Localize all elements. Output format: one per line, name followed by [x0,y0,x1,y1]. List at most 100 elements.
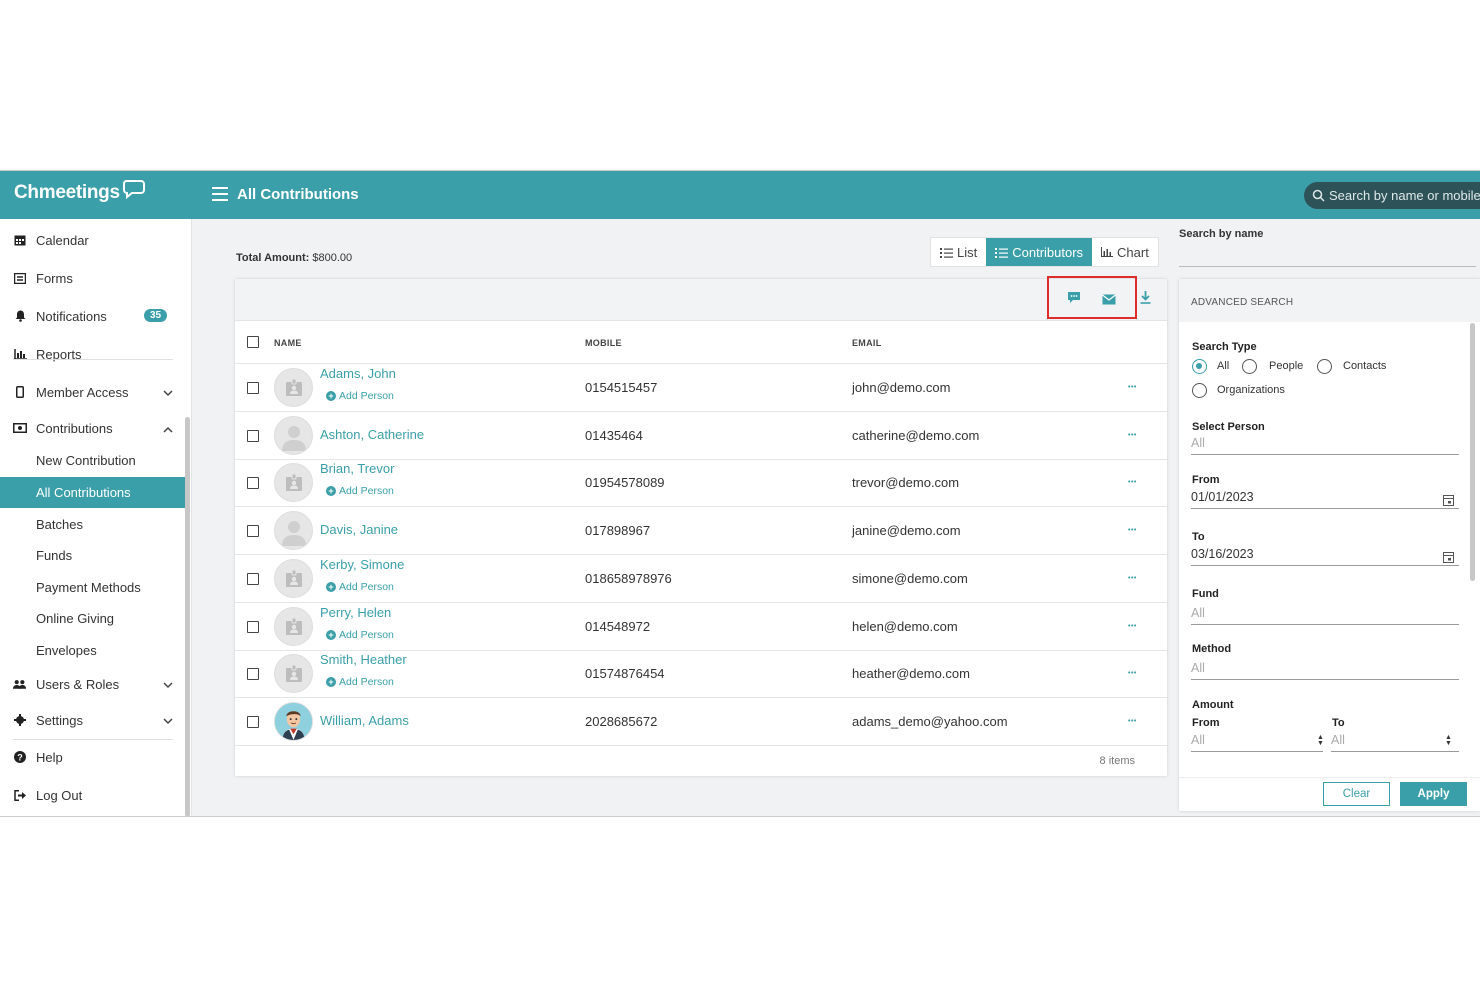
table-row[interactable]: Adams, John + Add Person 0154515457 john@dem… [235,364,1167,412]
row-more-actions-icon[interactable]: ••• [1128,623,1137,630]
contributor-name-link[interactable]: Adams, John [320,366,396,381]
search-type-people-radio[interactable] [1242,359,1257,374]
row-checkbox[interactable] [247,525,259,537]
table-row[interactable]: William, Adams 2028685672 adams_demo@yahoo… [235,698,1167,746]
contributor-name-link[interactable]: Davis, Janine [320,522,398,537]
add-person-link[interactable]: + Add Person [326,485,394,497]
row-checkbox[interactable] [247,382,259,394]
add-person-link[interactable]: + Add Person [326,581,394,593]
contributor-name-link[interactable]: William, Adams [320,713,409,728]
column-header-name[interactable]: NAME [274,338,302,348]
sidebar-item-calendar[interactable]: Calendar [0,224,185,256]
search-type-organizations-radio[interactable] [1192,383,1207,398]
plus-circle-icon: + [326,391,336,401]
column-header-mobile[interactable]: MOBILE [585,338,622,348]
table-row[interactable]: Brian, Trevor + Add Person 01954578089 trevo… [235,459,1167,507]
contributor-name-link[interactable]: Kerby, Simone [320,557,404,572]
calendar-icon[interactable] [1443,493,1454,511]
row-more-actions-icon[interactable]: ••• [1128,432,1137,439]
row-more-actions-icon[interactable]: ••• [1128,479,1137,486]
sidebar-item-reports[interactable]: Reports [0,338,185,370]
table-row[interactable]: Ashton, Catherine 01435464 catherine@demo.… [235,412,1167,460]
amount-to-field[interactable]: All [1331,733,1459,752]
sidebar-subitem-all-contributions[interactable]: All Contributions [0,477,185,508]
contributor-mobile: 01435464 [585,428,643,443]
sidebar-item-help[interactable]: ? Help [0,741,185,773]
global-search-placeholder: Search by name or mobile [1329,188,1480,203]
contributor-name-link[interactable]: Ashton, Catherine [320,427,424,442]
select-all-checkbox[interactable] [247,336,259,348]
fund-label: Fund [1192,588,1219,600]
view-list-button[interactable]: List [931,238,986,266]
sidebar-subitem-online-giving[interactable]: Online Giving [0,603,185,634]
search-type-contacts-radio[interactable] [1317,359,1332,374]
contributor-mobile: 01954578089 [585,475,665,490]
table-row[interactable]: Kerby, Simone + Add Person 018658978976 simo… [235,555,1167,603]
row-checkbox[interactable] [247,621,259,633]
amount-from-stepper-icon[interactable]: ▲ ▼ [1317,734,1324,747]
search-type-all-radio[interactable] [1192,359,1207,374]
help-icon: ? [13,751,27,763]
clear-button[interactable]: Clear [1323,782,1390,806]
sidebar-subitem-envelopes[interactable]: Envelopes [0,635,185,666]
amount-to-stepper-icon[interactable]: ▲ ▼ [1445,734,1452,747]
row-more-actions-icon[interactable]: ••• [1128,575,1137,582]
table-row[interactable]: Perry, Helen + Add Person 014548972 helen@de… [235,603,1167,651]
to-date-field[interactable]: 03/16/2023 [1191,547,1459,566]
row-checkbox[interactable] [247,716,259,728]
row-more-actions-icon[interactable]: ••• [1128,527,1137,534]
add-person-link[interactable]: + Add Person [326,629,394,641]
app-logo[interactable]: Chmeetings [14,180,146,204]
sidebar-item-settings[interactable]: Settings [0,704,185,736]
advanced-search-scrollbar[interactable] [1470,323,1475,581]
sidebar-item-forms[interactable]: Forms [0,262,185,294]
sidebar-item-notifications[interactable]: Notifications 35 [0,300,185,332]
sidebar-subitem-funds[interactable]: Funds [0,540,185,571]
from-date-field[interactable]: 01/01/2023 [1191,490,1459,509]
row-more-actions-icon[interactable]: ••• [1128,718,1137,725]
plus-circle-icon: + [326,486,336,496]
view-chart-button[interactable]: Chart [1092,238,1158,266]
contributor-email: catherine@demo.com [852,428,980,443]
row-checkbox[interactable] [247,668,259,680]
sidebar-item-member-access[interactable]: Member Access [0,376,185,408]
apply-button[interactable]: Apply [1400,782,1467,806]
search-by-name-input[interactable] [1179,247,1476,267]
contributor-name-link[interactable]: Perry, Helen [320,605,391,620]
table-row[interactable]: Smith, Heather + Add Person 01574876454 heat… [235,650,1167,698]
download-icon[interactable] [1140,291,1151,309]
add-person-link[interactable]: + Add Person [326,676,394,688]
sidebar-item-contributions[interactable]: Contributions [0,412,185,444]
table-row[interactable]: Davis, Janine 017898967 janine@demo.com ••• [235,507,1167,555]
sidebar-item-users-roles[interactable]: Users & Roles [0,668,185,700]
sidebar-subitem-new-contribution[interactable]: New Contribution [0,445,185,476]
sidebar-subitem-payment-methods[interactable]: Payment Methods [0,572,185,603]
row-checkbox[interactable] [247,477,259,489]
hamburger-menu-icon[interactable] [212,187,228,201]
column-header-email[interactable]: EMAIL [852,338,882,348]
calendar-icon[interactable] [1443,550,1454,568]
sidebar-scrollbar[interactable] [185,417,190,816]
fund-field[interactable]: All [1191,606,1459,625]
sidebar-item-label: Help [36,749,63,765]
plus-circle-icon: + [326,677,336,687]
total-amount-value: $800.00 [312,252,353,264]
row-more-actions-icon[interactable]: ••• [1128,384,1137,391]
chevron-down-icon [163,385,173,400]
row-checkbox[interactable] [247,573,259,585]
contributor-name-link[interactable]: Smith, Heather [320,652,407,667]
contact-badge-avatar-icon [274,559,313,598]
sidebar-subitem-batches[interactable]: Batches [0,509,185,540]
add-person-link[interactable]: + Add Person [326,390,394,402]
sidebar-item-logout[interactable]: Log Out [0,779,185,811]
row-more-actions-icon[interactable]: ••• [1128,670,1137,677]
amount-from-field[interactable]: All [1191,733,1323,752]
view-contributors-button[interactable]: Contributors [986,238,1093,266]
advanced-search-footer: Clear Apply [1179,777,1480,811]
method-field[interactable]: All [1191,661,1459,680]
select-person-field[interactable]: All [1191,436,1459,455]
method-label: Method [1192,643,1232,655]
contributor-name-link[interactable]: Brian, Trevor [320,461,394,476]
row-checkbox[interactable] [247,430,259,442]
global-search-input[interactable]: Search by name or mobile [1304,182,1480,209]
